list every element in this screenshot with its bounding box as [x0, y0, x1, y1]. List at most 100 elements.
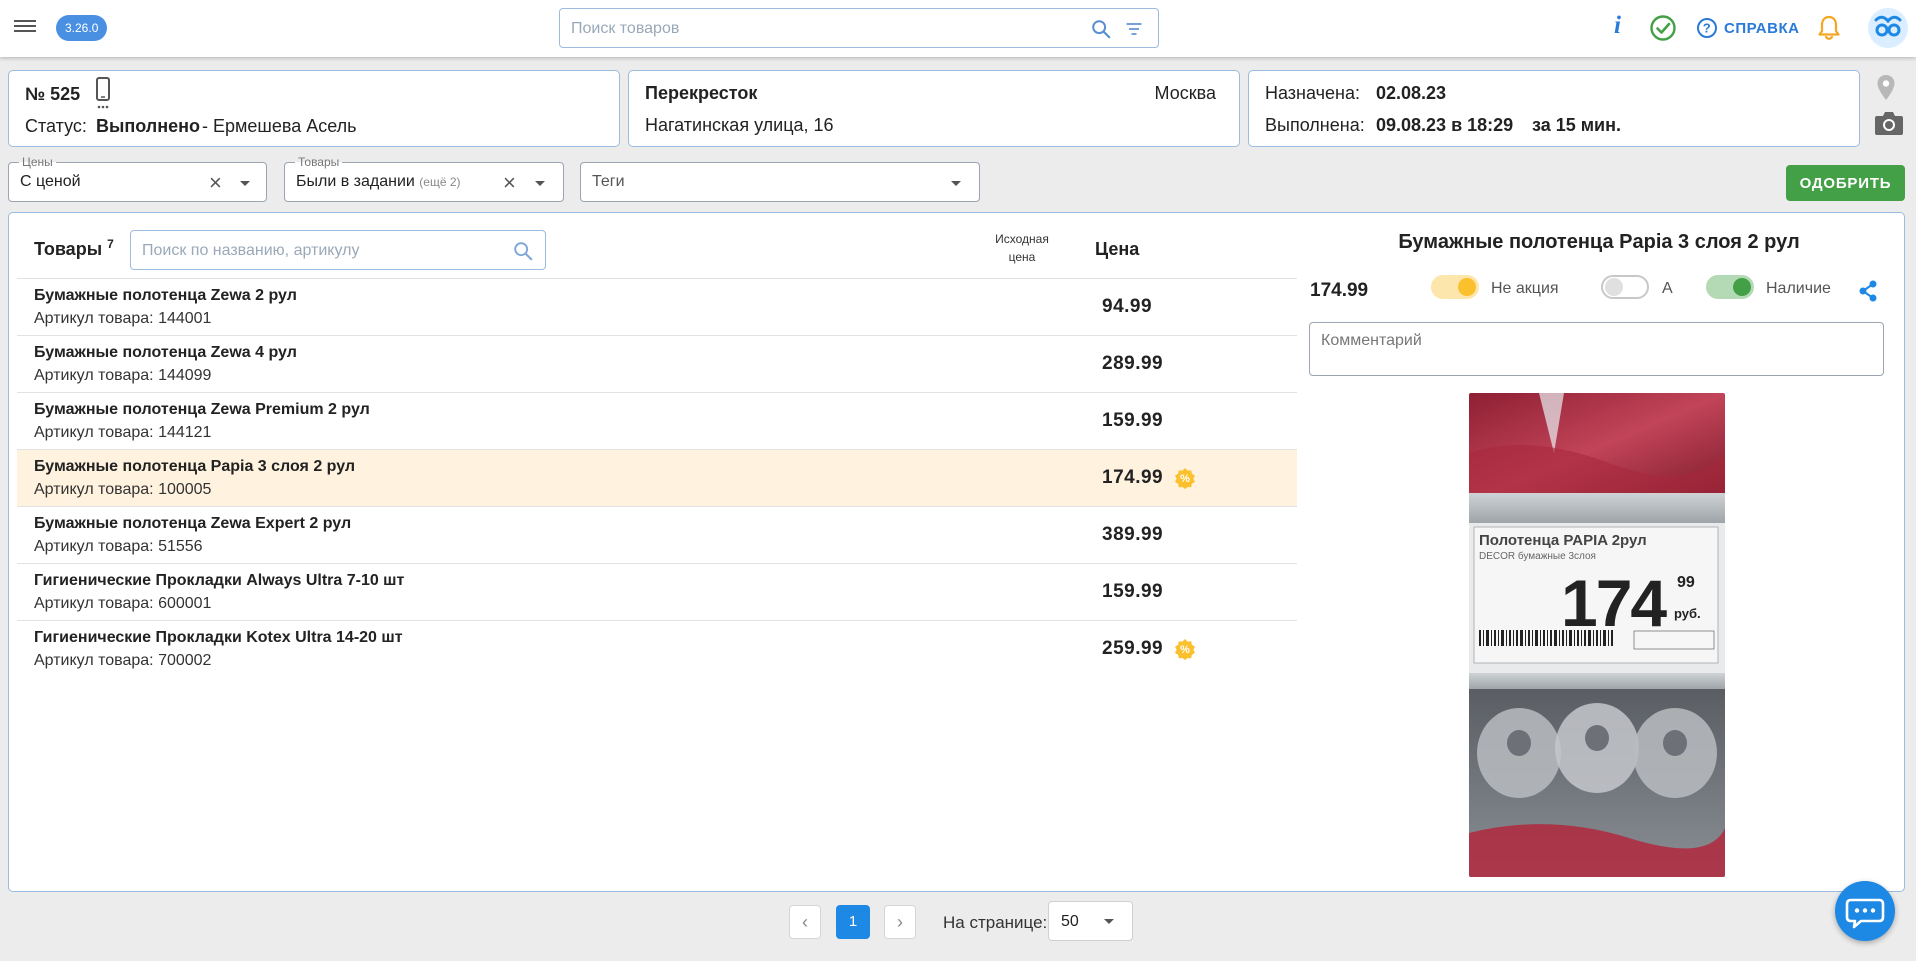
goods-filter-legend: Товары [295, 155, 343, 169]
assigned-label: Назначена: [1265, 83, 1360, 103]
info-icon[interactable]: i [1614, 12, 1621, 40]
product-name: Бумажные полотенца Zewa Premium 2 рул [34, 401, 370, 418]
page-1-button[interactable]: 1 [836, 905, 870, 939]
table-row[interactable]: Бумажные полотенца Zewa 2 рул Артикул тов… [17, 278, 1297, 335]
table-row[interactable]: Бумажные полотенца Papia 3 слоя 2 рул Арт… [17, 449, 1297, 506]
chevron-down-icon[interactable] [1104, 919, 1114, 924]
availability-toggle-label: Наличие [1766, 280, 1831, 297]
price-header: Цена [1095, 239, 1140, 259]
location-pin-icon[interactable] [1876, 74, 1896, 102]
comment-field[interactable] [1309, 322, 1884, 376]
filter-icon[interactable] [1124, 19, 1144, 39]
camera-icon[interactable] [1874, 110, 1904, 136]
table-row[interactable]: Бумажные полотенца Zewa Expert 2 рул Арти… [17, 506, 1297, 563]
store-name: Перекресток [645, 83, 758, 103]
promo-toggle[interactable] [1431, 275, 1479, 299]
goods-search-input[interactable] [142, 240, 502, 262]
chevron-down-icon[interactable] [951, 181, 961, 186]
check-circle-icon[interactable] [1649, 14, 1677, 42]
global-search-input[interactable] [571, 18, 1051, 40]
detail-title: Бумажные полотенца Papia 3 слоя 2 рул [1398, 231, 1800, 253]
top-bar: 3.26.0 i ? СПРАВКА [0, 0, 1916, 57]
prices-filter[interactable]: Цены С ценой × [8, 155, 267, 202]
availability-toggle[interactable] [1706, 275, 1754, 299]
store-address: Нагатинская улица, 16 [645, 115, 834, 135]
clear-prices-icon[interactable]: × [209, 172, 222, 194]
product-price: 174.99 [1102, 467, 1164, 488]
chevron-down-icon[interactable] [535, 181, 545, 186]
comment-input[interactable] [1321, 332, 1871, 368]
order-card: № 525 Статус: Выполнено - Ермешева Асель [8, 70, 620, 147]
goods-panel: Товары 7 Исходная цена Цена Бумажные пол… [8, 212, 1905, 892]
product-name: Бумажные полотенца Zewa Expert 2 рул [34, 515, 352, 532]
chat-button[interactable] [1835, 881, 1895, 941]
product-sku: Артикул товара: 51556 [34, 538, 203, 555]
table-row[interactable]: Бумажные полотенца Zewa 4 рул Артикул тов… [17, 335, 1297, 392]
svg-text:?: ? [1703, 21, 1711, 36]
next-page-button[interactable]: › [884, 905, 916, 939]
product-sku: Артикул товара: 144001 [34, 310, 212, 327]
help-icon: ? [1697, 18, 1717, 38]
svg-text:%: % [1180, 473, 1190, 485]
chat-icon [1845, 898, 1885, 929]
global-search[interactable] [559, 8, 1159, 48]
menu-icon[interactable] [14, 17, 36, 37]
product-price: 289.99 [1102, 353, 1164, 374]
completed-label: Выполнена: [1265, 115, 1365, 135]
help-link[interactable]: ? СПРАВКА [1696, 16, 1799, 40]
product-name: Бумажные полотенца Zewa 4 рул [34, 344, 297, 361]
product-name: Бумажные полотенца Zewa 2 рул [34, 287, 297, 304]
assigned-date: 02.08.23 [1376, 83, 1447, 103]
product-price: 389.99 [1102, 524, 1164, 545]
chevron-down-icon[interactable] [240, 181, 250, 186]
tag-subtitle: DECOR бумажные 3слоя [1479, 550, 1596, 562]
tag-price-cents: 99 [1677, 574, 1695, 591]
product-sku: Артикул товара: 144099 [34, 367, 212, 384]
price-tag-photo: Полотенца PAPIA 2рул DECOR бумажные 3сло… [1469, 393, 1725, 877]
svg-text:%: % [1180, 644, 1190, 656]
table-row[interactable]: Гигиенические Прокладки Kotex Ultra 14-2… [17, 620, 1297, 677]
per-page-value: 50 [1061, 913, 1079, 930]
goods-search[interactable] [130, 230, 546, 270]
product-sku: Артикул товара: 144121 [34, 424, 212, 441]
search-icon[interactable] [512, 240, 534, 262]
help-label: СПРАВКА [1724, 19, 1800, 37]
a-toggle[interactable] [1601, 275, 1649, 299]
prev-page-button[interactable]: ‹ [789, 905, 821, 939]
product-photo[interactable]: Полотенца PAPIA 2рул DECOR бумажные 3сло… [1469, 393, 1725, 877]
product-price: 159.99 [1102, 410, 1164, 431]
approve-button[interactable]: ОДОБРИТЬ [1786, 165, 1905, 201]
share-icon[interactable] [1857, 279, 1879, 303]
product-price: 94.99 [1102, 296, 1153, 317]
app-logo [1868, 8, 1908, 48]
product-sku: Артикул товара: 700002 [34, 652, 212, 669]
original-price-header: Исходная цена [995, 232, 1049, 264]
goods-filter[interactable]: Товары Были в задании (ещё 2) × [284, 155, 564, 202]
completed-date: 09.08.23 в 18:29 [1376, 115, 1514, 135]
detail-price: 174.99 [1310, 280, 1369, 301]
per-page-select[interactable]: 50 [1048, 901, 1133, 941]
clear-goods-icon[interactable]: × [503, 172, 516, 194]
dates-card: Назначена: 02.08.23 Выполнена: 09.08.23 … [1248, 70, 1860, 147]
search-icon[interactable] [1090, 18, 1112, 40]
tag-title: Полотенца PAPIA 2рул [1479, 532, 1647, 549]
status-value: Выполнено [96, 116, 200, 136]
goods-count: 7 [107, 237, 114, 251]
table-row[interactable]: Бумажные полотенца Zewa Premium 2 рул Арт… [17, 392, 1297, 449]
product-name: Бумажные полотенца Papia 3 слоя 2 рул [34, 458, 356, 475]
per-page-label: На странице: [943, 913, 1048, 932]
assignee-name: - Ермешева Асель [202, 116, 357, 136]
product-name: Гигиенические Прокладки Always Ultra 7-1… [34, 572, 405, 589]
version-badge: 3.26.0 [56, 15, 108, 41]
mobile-phone-icon [96, 77, 110, 109]
goods-title: Товары 7 [34, 237, 114, 259]
order-number: № 525 [25, 84, 81, 104]
store-city: Москва [1154, 83, 1216, 103]
tags-filter[interactable]: Теги [580, 162, 980, 202]
promo-badge-icon: % [1175, 639, 1195, 660]
bell-icon[interactable] [1816, 14, 1842, 42]
tag-currency: руб. [1674, 606, 1701, 621]
tag-price-main: 174 [1561, 566, 1667, 640]
product-sku: Артикул товара: 600001 [34, 595, 212, 612]
table-row[interactable]: Гигиенические Прокладки Always Ultra 7-1… [17, 563, 1297, 620]
